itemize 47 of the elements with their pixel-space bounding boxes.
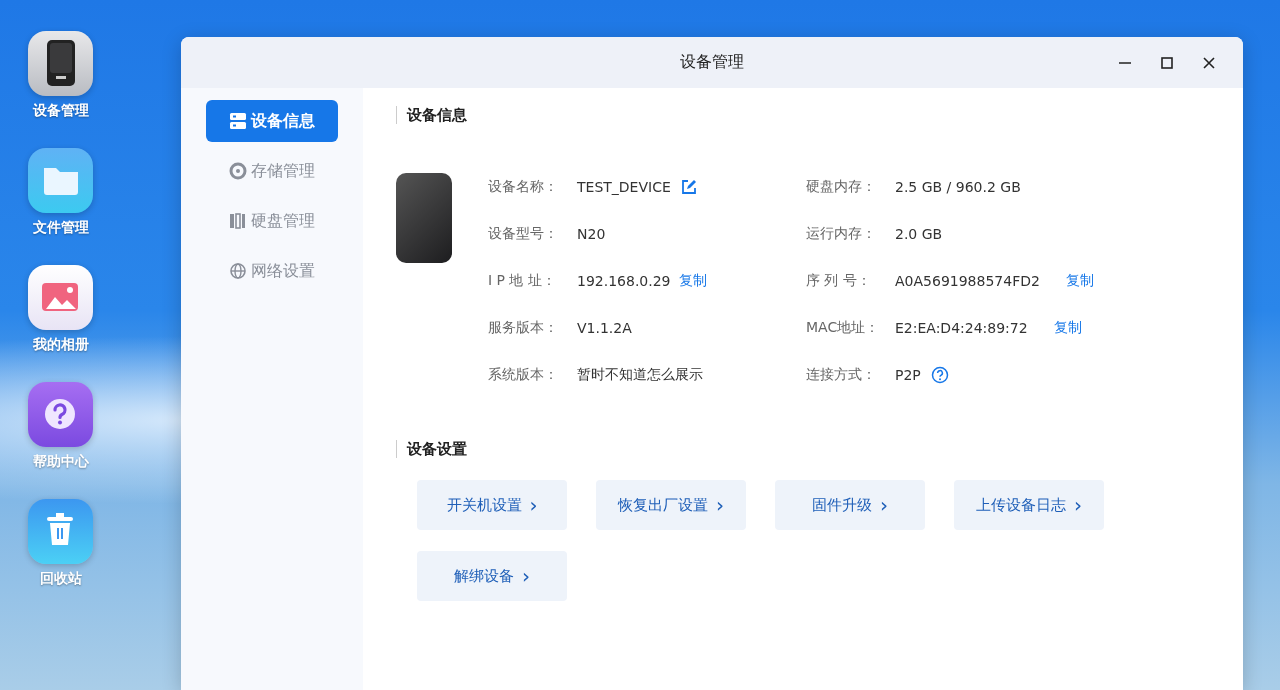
field-label: 系统版本：	[488, 365, 559, 384]
field-label: 服务版本：	[488, 318, 559, 337]
sidebar-tab[interactable]: 设备信息	[206, 100, 338, 142]
field-value: V1.1.2A	[577, 319, 632, 336]
field-value: TEST_DEVICE	[577, 178, 671, 195]
copy-link[interactable]: 复制	[1065, 271, 1094, 290]
field-value: A0A5691988574FD2	[895, 272, 1040, 289]
section-title: 设备信息	[396, 106, 1243, 124]
settings-button[interactable]: 固件升级 ›	[775, 480, 925, 530]
field-label: 硬盘内存：	[806, 177, 877, 196]
field-label: MAC地址：	[806, 318, 881, 337]
sidebar-tab[interactable]: 硬盘管理	[206, 200, 338, 242]
field-value: 暂时不知道怎么展示	[577, 365, 703, 384]
help-icon[interactable]	[930, 365, 949, 384]
app-label[interactable]: 设备管理	[32, 102, 89, 120]
field-label: I P 地 址：	[488, 271, 557, 290]
drive-bays-icon	[229, 212, 247, 230]
field-value: P2P	[895, 366, 921, 383]
field-value: 192.168.0.29	[577, 272, 671, 289]
field-label: 设备型号：	[488, 224, 559, 243]
globe-icon	[229, 262, 247, 280]
field-label: 序 列 号：	[806, 271, 872, 290]
section-title: 设备设置	[396, 440, 1243, 458]
copy-link[interactable]: 复制	[1053, 318, 1082, 337]
field-value: 2.5 GB / 960.2 GB	[895, 178, 1021, 195]
edit-icon[interactable]	[680, 178, 697, 195]
app-label[interactable]: 我的相册	[32, 336, 89, 354]
field-label: 运行内存：	[806, 224, 877, 243]
field-value: 2.0 GB	[895, 225, 943, 242]
app-label[interactable]: 文件管理	[32, 219, 89, 237]
field-value: E2:EA:D4:24:89:72	[895, 319, 1028, 336]
settings-button[interactable]: 恢复出厂设置 ›	[596, 480, 746, 530]
minimize-icon	[1119, 61, 1131, 64]
disc-icon	[229, 162, 247, 180]
copy-link[interactable]: 复制	[678, 271, 707, 290]
window-title: 设备管理	[680, 52, 744, 73]
sidebar-tab[interactable]: 网络设置	[206, 250, 338, 292]
settings-button[interactable]: 开关机设置 ›	[417, 480, 567, 530]
maximize-icon	[1161, 56, 1173, 69]
field-value: N20	[577, 225, 606, 242]
settings-button[interactable]: 解绑设备 ›	[417, 551, 567, 601]
field-label: 设备名称：	[488, 177, 559, 196]
sidebar-tab[interactable]: 存储管理	[206, 150, 338, 192]
settings-button[interactable]: 上传设备日志 ›	[954, 480, 1104, 530]
server-icon	[229, 112, 247, 130]
close-icon	[1203, 56, 1215, 69]
field-label: 连接方式：	[806, 365, 877, 384]
